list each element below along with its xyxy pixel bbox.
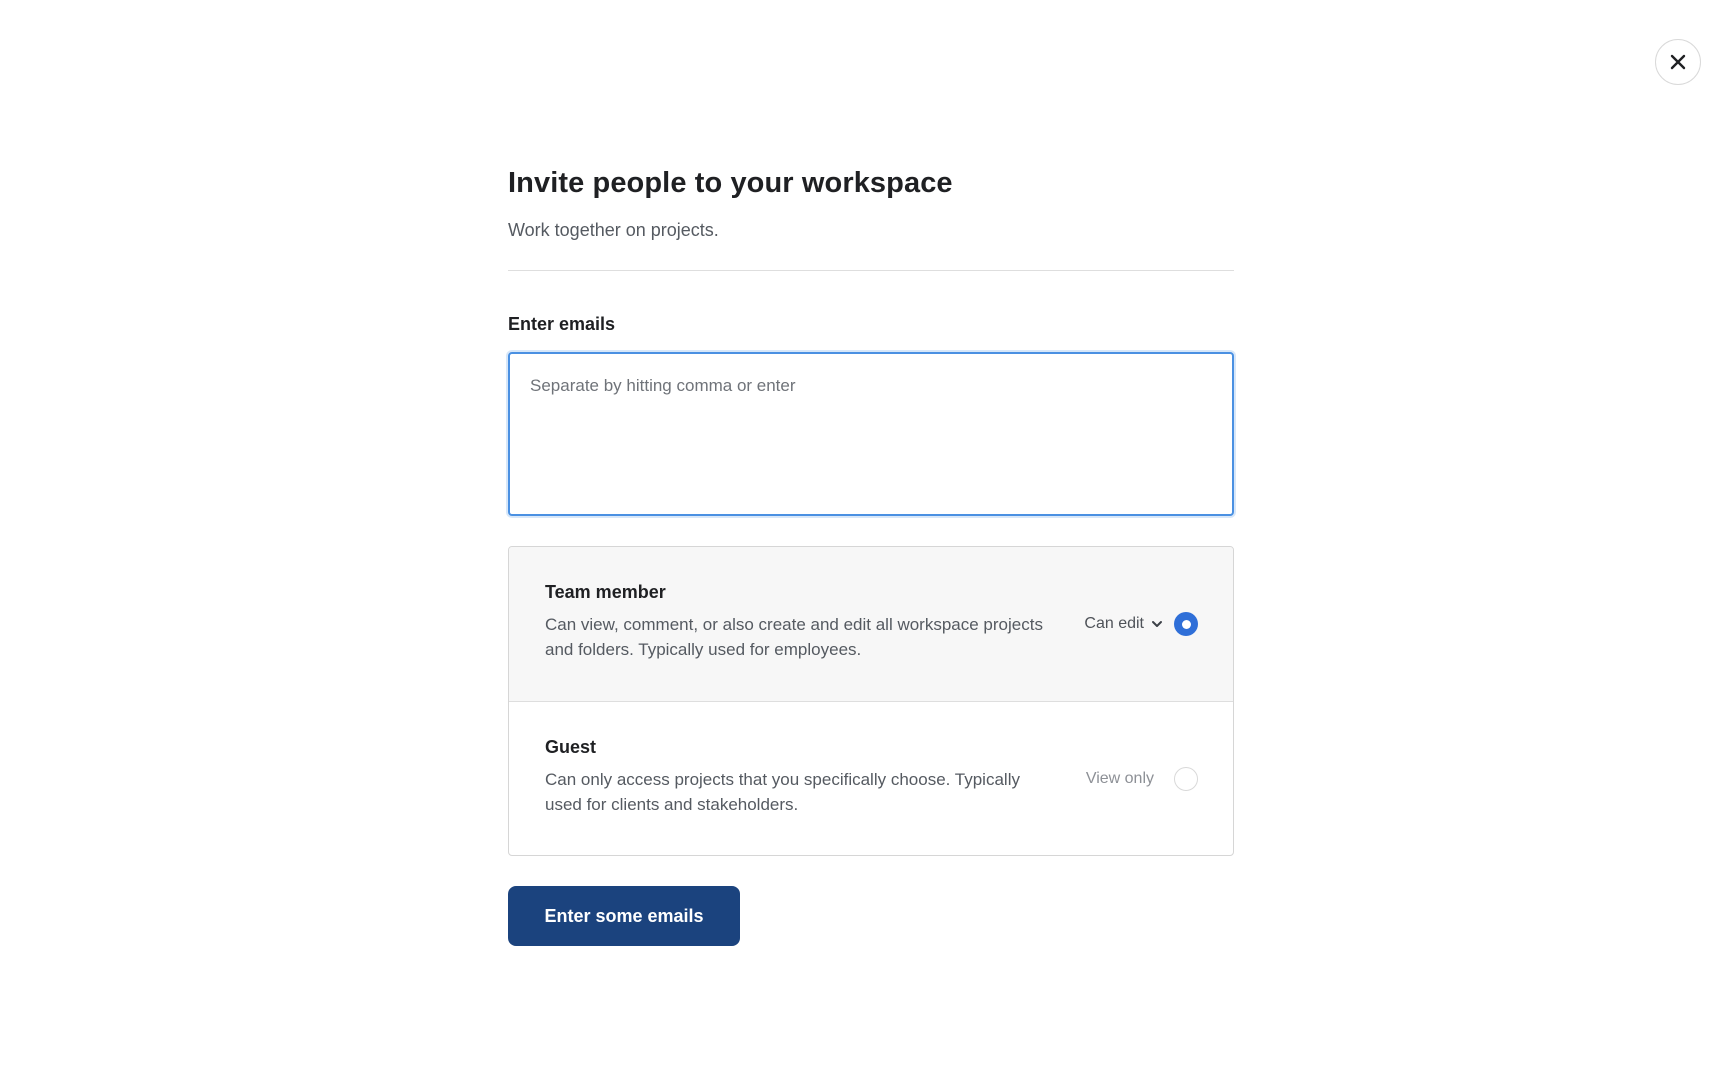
page-subtitle: Work together on projects. <box>508 220 719 240</box>
role-controls: View only <box>1086 702 1198 855</box>
role-radio-guest[interactable] <box>1174 766 1198 791</box>
role-controls: Can edit <box>1084 547 1198 701</box>
role-option-guest[interactable]: Guest Can only access projects that you … <box>509 701 1233 855</box>
divider <box>508 270 1234 271</box>
page-title: Invite people to your workspace <box>508 167 953 199</box>
invite-dialog: Invite people to your workspace Work tog… <box>508 160 1234 946</box>
permission-label-static: View only <box>1086 770 1154 788</box>
role-options: Team member Can view, comment, or also c… <box>508 546 1234 856</box>
role-description: Can view, comment, or also create and ed… <box>545 615 1043 659</box>
submit-button[interactable]: Enter some emails <box>508 886 740 946</box>
emails-input[interactable] <box>508 352 1234 516</box>
emails-label: Enter emails <box>508 314 616 334</box>
close-button[interactable] <box>1655 39 1701 85</box>
role-radio-team-member[interactable] <box>1174 612 1198 636</box>
radio-dot <box>1181 619 1191 629</box>
permission-dropdown[interactable]: Can edit <box>1084 615 1164 633</box>
permission-label: View only <box>1085 769 1154 787</box>
role-option-team-member[interactable]: Team member Can view, comment, or also c… <box>509 547 1233 701</box>
permission-label: Can edit <box>1084 615 1144 632</box>
role-description: Can only access projects that you specif… <box>545 770 1020 814</box>
close-icon <box>1670 54 1686 70</box>
chevron-down-icon <box>1150 617 1164 631</box>
